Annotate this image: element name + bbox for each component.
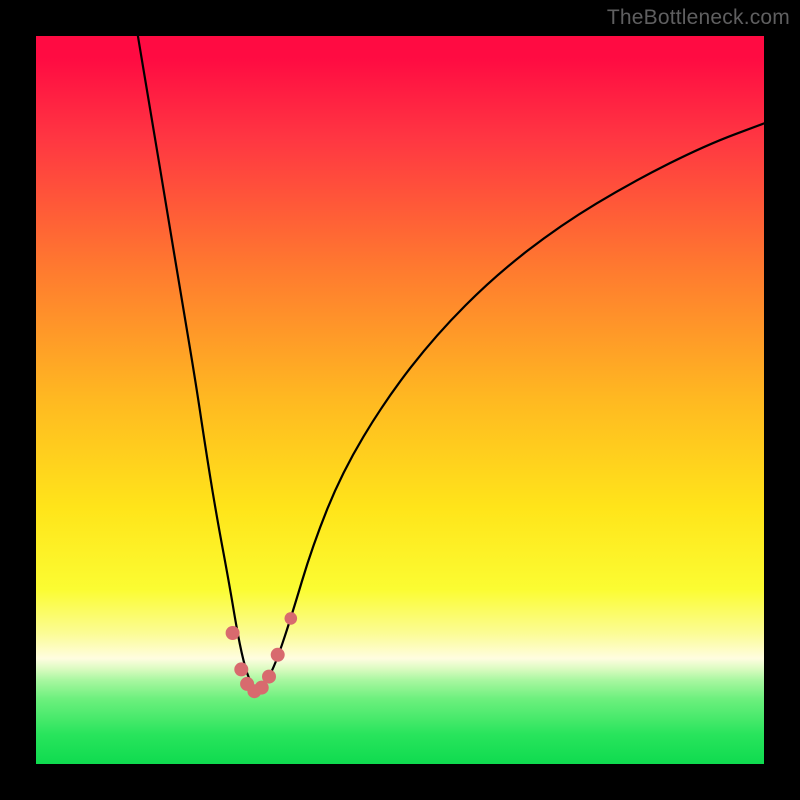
curve-layer [36,36,764,764]
curve-marker [271,648,285,662]
bottleneck-curve [138,36,764,689]
curve-marker [226,626,240,640]
plot-area [36,36,764,764]
chart-frame: TheBottleneck.com [0,0,800,800]
watermark-text: TheBottleneck.com [607,6,790,30]
curve-marker [234,662,248,676]
curve-marker [285,612,298,625]
curve-marker [262,670,276,684]
